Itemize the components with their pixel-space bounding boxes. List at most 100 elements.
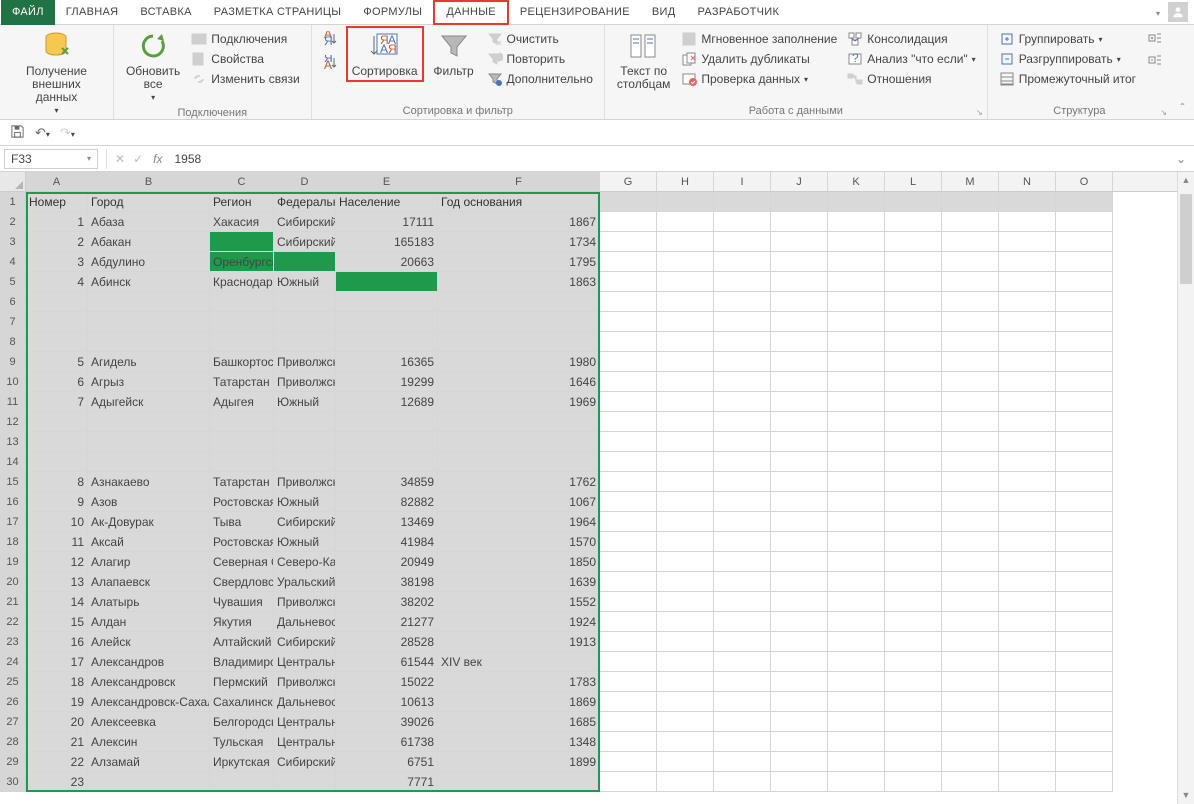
cell[interactable] bbox=[657, 392, 714, 412]
cell[interactable] bbox=[999, 632, 1056, 652]
formula-input[interactable] bbox=[168, 149, 1167, 169]
cell[interactable] bbox=[885, 372, 942, 392]
cell[interactable] bbox=[828, 212, 885, 232]
cell[interactable] bbox=[657, 452, 714, 472]
cell[interactable] bbox=[828, 652, 885, 672]
cell[interactable] bbox=[885, 492, 942, 512]
cell[interactable] bbox=[657, 312, 714, 332]
reapply-button[interactable]: Повторить bbox=[484, 50, 596, 68]
cell[interactable]: Номер bbox=[26, 192, 88, 212]
cell[interactable]: Агрыз bbox=[88, 372, 210, 392]
cell[interactable]: 13469 bbox=[336, 512, 438, 532]
cell[interactable] bbox=[600, 432, 657, 452]
cell[interactable] bbox=[942, 612, 999, 632]
cell[interactable]: Северо-Кавказский bbox=[274, 552, 336, 572]
tab-developer[interactable]: РАЗРАБОТЧИК bbox=[686, 0, 790, 25]
cell[interactable] bbox=[885, 412, 942, 432]
cell[interactable] bbox=[999, 592, 1056, 612]
get-external-data-button[interactable]: Получение внешних данных▾ bbox=[6, 28, 107, 119]
cell[interactable] bbox=[1056, 372, 1113, 392]
cell[interactable]: Алзамай bbox=[88, 752, 210, 772]
cell[interactable] bbox=[942, 332, 999, 352]
cell[interactable] bbox=[26, 292, 88, 312]
cell[interactable] bbox=[600, 232, 657, 252]
cell[interactable] bbox=[999, 352, 1056, 372]
tab-insert[interactable]: ВСТАВКА bbox=[129, 0, 202, 25]
cell[interactable]: Татарстан bbox=[210, 472, 274, 492]
cell[interactable] bbox=[600, 572, 657, 592]
cell[interactable]: Оренбургская область bbox=[210, 252, 274, 272]
cell[interactable] bbox=[885, 212, 942, 232]
show-detail-icon[interactable] bbox=[1147, 30, 1163, 46]
row-header[interactable]: 5 bbox=[0, 272, 26, 292]
cell[interactable] bbox=[771, 292, 828, 312]
cell[interactable] bbox=[714, 392, 771, 412]
sort-desc-button[interactable]: ЯA bbox=[320, 54, 342, 72]
ungroup-button[interactable]: Разгруппировать ▾ bbox=[996, 50, 1139, 68]
cell[interactable]: Азнакаево bbox=[88, 472, 210, 492]
cell[interactable]: 13 bbox=[26, 572, 88, 592]
cell[interactable] bbox=[1056, 492, 1113, 512]
cell[interactable] bbox=[999, 192, 1056, 212]
cell[interactable] bbox=[771, 512, 828, 532]
cell[interactable]: Алексеевка bbox=[88, 712, 210, 732]
cell[interactable]: 1795 bbox=[438, 252, 600, 272]
cell[interactable]: 18 bbox=[26, 672, 88, 692]
cell[interactable] bbox=[999, 212, 1056, 232]
cell[interactable] bbox=[1056, 412, 1113, 432]
cell[interactable] bbox=[885, 732, 942, 752]
cell[interactable]: 6 bbox=[26, 372, 88, 392]
cell[interactable] bbox=[771, 432, 828, 452]
cell[interactable] bbox=[438, 312, 600, 332]
cell[interactable] bbox=[657, 552, 714, 572]
cell[interactable] bbox=[600, 532, 657, 552]
cell[interactable]: Александровск bbox=[88, 672, 210, 692]
cell[interactable]: Сахалинская bbox=[210, 692, 274, 712]
cell[interactable] bbox=[714, 432, 771, 452]
cell[interactable] bbox=[438, 412, 600, 432]
cell[interactable]: 19299 bbox=[336, 372, 438, 392]
tab-home[interactable]: ГЛАВНАЯ bbox=[55, 0, 130, 25]
row-header[interactable]: 10 bbox=[0, 372, 26, 392]
cell[interactable] bbox=[26, 332, 88, 352]
cell[interactable]: Белгородская bbox=[210, 712, 274, 732]
col-header[interactable]: J bbox=[771, 172, 828, 191]
cell[interactable] bbox=[1056, 352, 1113, 372]
cell[interactable] bbox=[210, 772, 274, 792]
cell[interactable] bbox=[828, 432, 885, 452]
cell[interactable] bbox=[942, 732, 999, 752]
cell[interactable] bbox=[828, 352, 885, 372]
col-header[interactable]: C bbox=[210, 172, 274, 191]
col-header[interactable]: L bbox=[885, 172, 942, 191]
cell[interactable]: Алапаевск bbox=[88, 572, 210, 592]
cell[interactable]: 3 bbox=[26, 252, 88, 272]
cell[interactable]: 1762 bbox=[438, 472, 600, 492]
data-validation-button[interactable]: Проверка данных ▾ bbox=[678, 70, 840, 88]
col-header[interactable]: N bbox=[999, 172, 1056, 191]
cell[interactable]: 41984 bbox=[336, 532, 438, 552]
cell[interactable]: Приволжский bbox=[274, 672, 336, 692]
cell[interactable] bbox=[336, 412, 438, 432]
cell[interactable]: 4 bbox=[26, 272, 88, 292]
cell[interactable]: Центральный bbox=[274, 652, 336, 672]
cell[interactable] bbox=[999, 652, 1056, 672]
select-all-button[interactable] bbox=[0, 172, 26, 191]
cell[interactable] bbox=[600, 772, 657, 792]
cell[interactable] bbox=[999, 692, 1056, 712]
cell[interactable] bbox=[999, 332, 1056, 352]
cell[interactable] bbox=[999, 312, 1056, 332]
cell[interactable] bbox=[1056, 472, 1113, 492]
cell[interactable]: Алейск bbox=[88, 632, 210, 652]
cell[interactable] bbox=[999, 732, 1056, 752]
cell[interactable] bbox=[657, 472, 714, 492]
cell[interactable] bbox=[714, 292, 771, 312]
cell[interactable]: 1924 bbox=[438, 612, 600, 632]
cell[interactable] bbox=[1056, 312, 1113, 332]
sort-asc-button[interactable]: AЯ bbox=[320, 30, 342, 48]
cell[interactable] bbox=[1056, 252, 1113, 272]
cell[interactable]: 10 bbox=[26, 512, 88, 532]
cell[interactable] bbox=[600, 292, 657, 312]
cell[interactable]: Уральский bbox=[274, 572, 336, 592]
cell[interactable]: 61738 bbox=[336, 732, 438, 752]
cell[interactable]: Сибирский bbox=[274, 232, 336, 252]
